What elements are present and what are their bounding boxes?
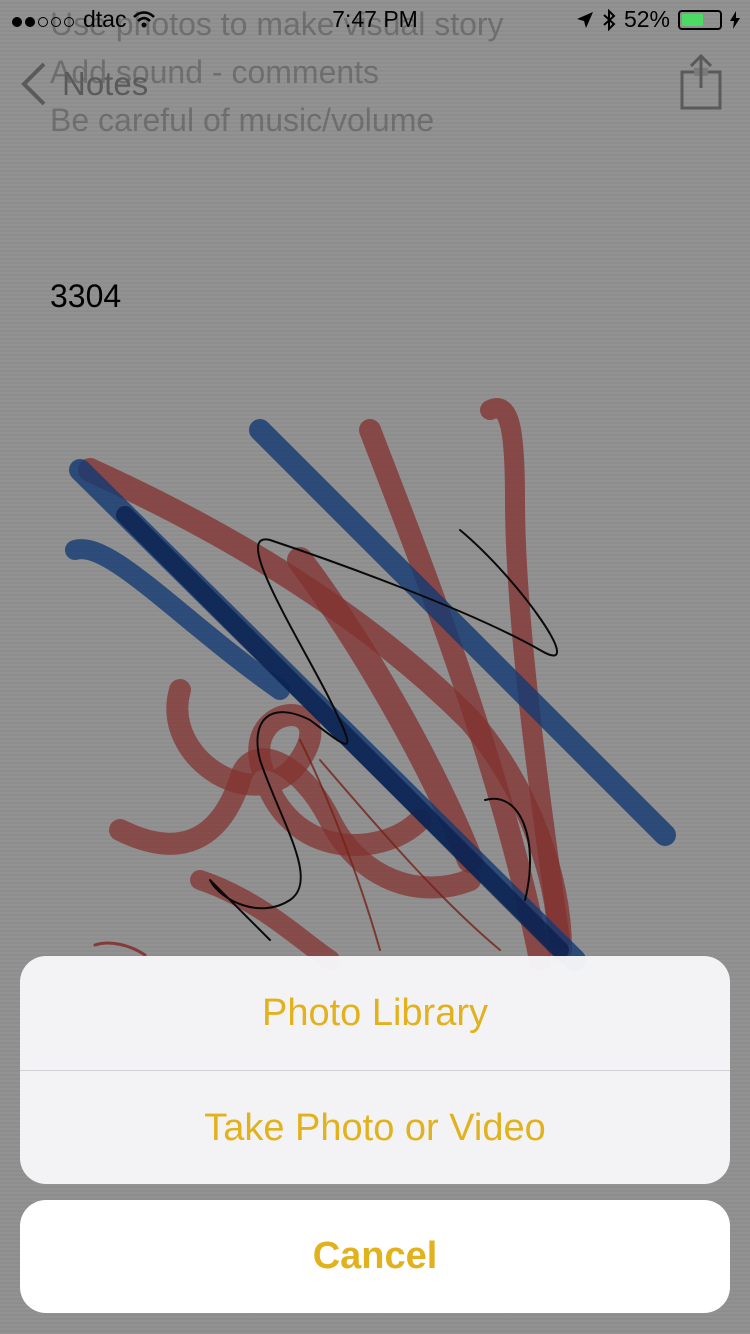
battery-percent: 52% bbox=[623, 6, 670, 32]
back-button[interactable]: Notes bbox=[20, 62, 148, 106]
bluetooth-icon bbox=[603, 8, 616, 31]
chevron-left-icon bbox=[21, 62, 46, 106]
charging-bolt-icon bbox=[730, 10, 740, 29]
share-button[interactable] bbox=[680, 53, 722, 115]
cancel-button[interactable]: Cancel bbox=[20, 1200, 730, 1313]
back-label: Notes bbox=[62, 65, 149, 102]
take-photo-or-video-option[interactable]: Take Photo or Video bbox=[20, 1071, 730, 1184]
navigation-bar: Notes bbox=[0, 40, 750, 128]
action-sheet-options: Photo Library Take Photo or Video bbox=[20, 956, 730, 1184]
share-icon bbox=[680, 53, 722, 110]
location-arrow-icon bbox=[576, 11, 593, 28]
screen: Use photos to make visual story Add soun… bbox=[0, 0, 750, 1334]
status-bar: dtac 7:47 PM 52% bbox=[0, 0, 750, 40]
battery-icon bbox=[678, 9, 722, 30]
photo-library-option[interactable]: Photo Library bbox=[20, 956, 730, 1070]
